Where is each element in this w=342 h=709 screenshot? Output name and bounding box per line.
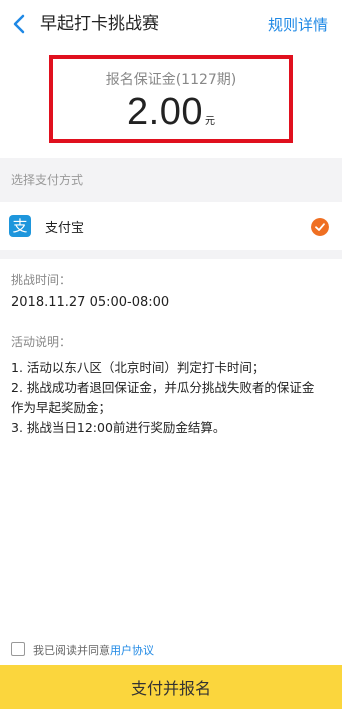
rules-details-link[interactable]: 规则详情: [268, 14, 328, 36]
deposit-highlight-box: 报名保证金(1127期) 2.00 元: [49, 55, 293, 143]
agreement-row: 我已阅读并同意用户协议: [0, 637, 342, 665]
alipay-icon: 支: [9, 215, 31, 237]
agreement-text: 我已阅读并同意用户协议: [33, 642, 154, 658]
agreement-checkbox[interactable]: [11, 642, 25, 656]
back-chevron-icon[interactable]: [10, 13, 30, 35]
challenge-info: 挑战时间： 2018.11.27 05:00-08:00 活动说明： 1. 活动…: [0, 259, 342, 637]
deposit-label: 报名保证金(1127期): [105, 72, 237, 88]
payment-section-header: 选择支付方式: [0, 158, 342, 202]
rule-line: 2. 挑战成功者退回保证金，并瓜分挑战失败者的保证金: [11, 380, 315, 395]
section-divider: [0, 250, 342, 259]
navbar: 早起打卡挑战赛 规则详情: [0, 0, 342, 48]
deposit-unit: 元: [204, 116, 215, 127]
user-agreement-link[interactable]: 用户协议: [110, 644, 154, 657]
activity-description-label: 活动说明：: [11, 335, 72, 349]
deposit-amount: 2.00: [127, 91, 203, 133]
rule-line: 作为早起奖励金；: [11, 400, 112, 415]
payment-method-alipay[interactable]: 支 支付宝: [0, 202, 342, 250]
rule-line: 3. 挑战当日12:00前进行奖励金结算。: [11, 420, 226, 435]
challenge-time-value: 2018.11.27 05:00-08:00: [11, 295, 170, 310]
rule-line: 1. 活动以东八区（北京时间）判定打卡时间；: [11, 360, 265, 375]
payment-section-title: 选择支付方式: [11, 173, 84, 187]
deposit-amount-row: 2.00 元: [53, 91, 289, 134]
payment-method-label: 支付宝: [45, 221, 85, 236]
agreement-prefix: 我已阅读并同意: [33, 644, 110, 657]
challenge-time-label: 挑战时间：: [11, 273, 72, 287]
checkmark-selected-icon: [311, 218, 329, 236]
page-title: 早起打卡挑战赛: [40, 14, 159, 34]
deposit-panel: 报名保证金(1127期) 2.00 元: [0, 48, 342, 158]
pay-and-register-button[interactable]: 支付并报名: [0, 665, 342, 709]
